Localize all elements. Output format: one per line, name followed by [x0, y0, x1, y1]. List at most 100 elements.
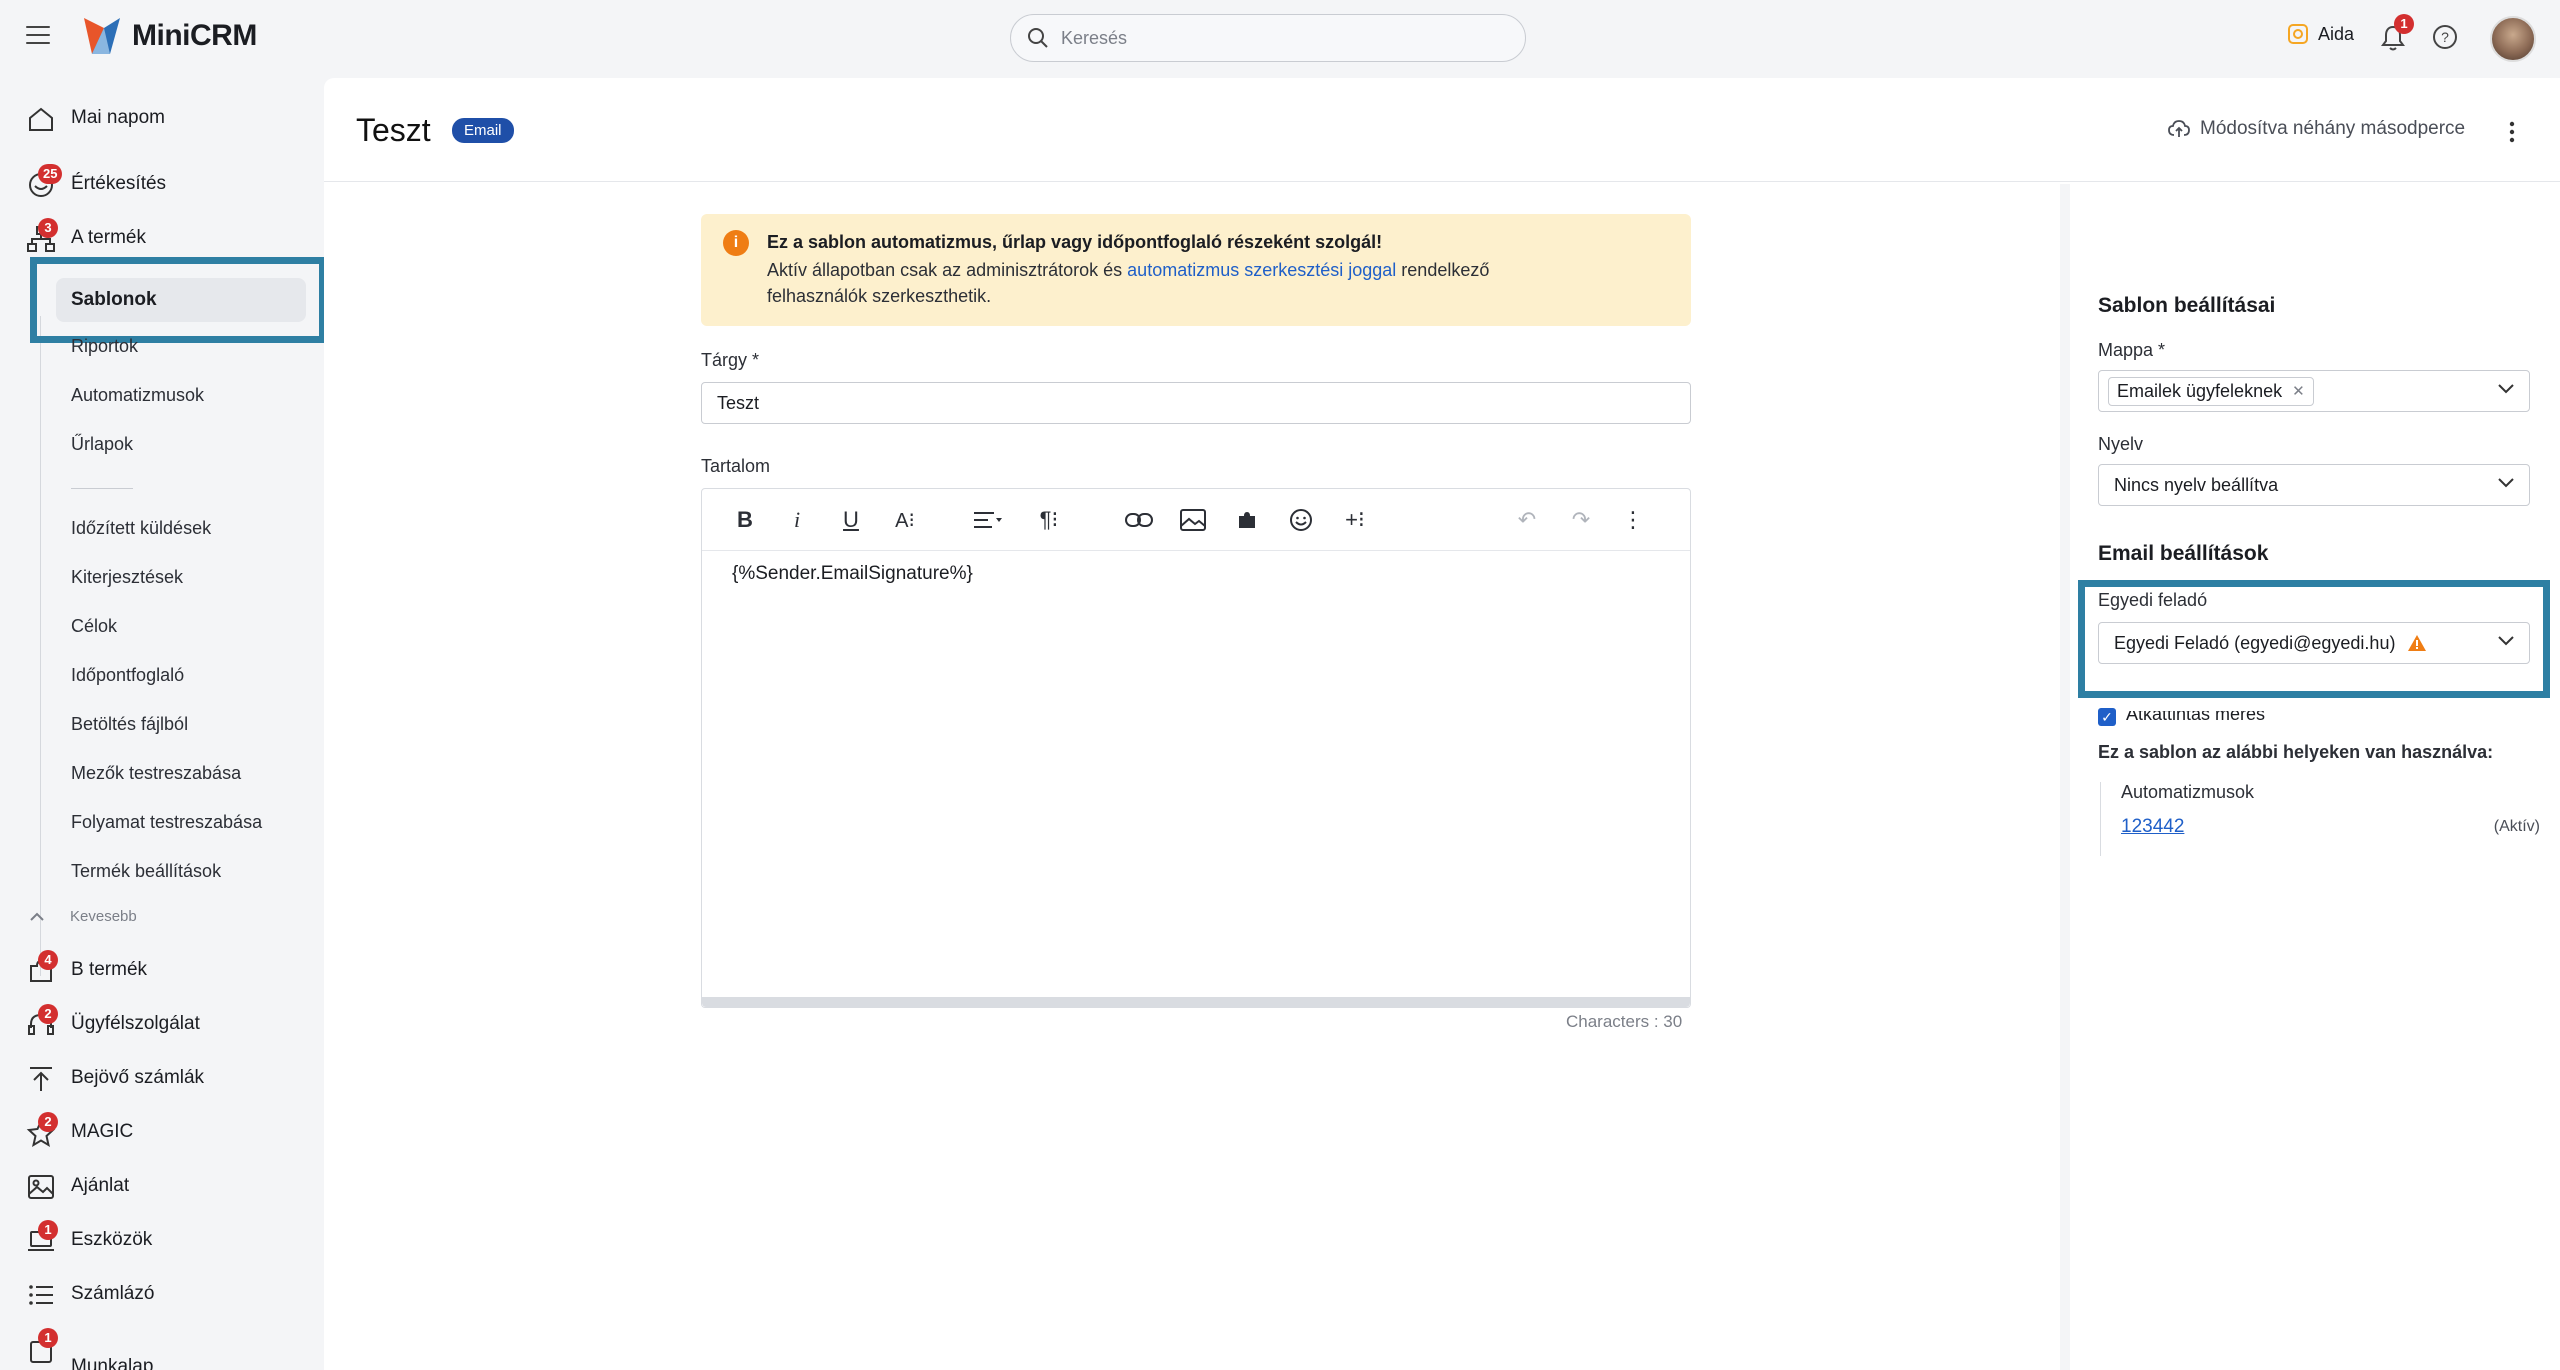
more-options-icon[interactable]: [2508, 120, 2516, 144]
sender-label: Egyedi feladó: [2098, 590, 2208, 610]
chevron-down-icon: [2498, 384, 2514, 394]
editor-content[interactable]: {%Sender.EmailSignature%}: [732, 563, 973, 585]
sidebar-item-munkalap[interactable]: 1 Munkalap: [0, 1326, 320, 1370]
help-button[interactable]: ?: [2432, 24, 2458, 55]
sidebar-item-a-termek[interactable]: 3 A termék: [0, 216, 320, 260]
type-tag: Email: [452, 118, 514, 143]
editor-toolbar: B i U A⁝ ¶⁝ +⁝ ↶ ↷ ⋮: [702, 489, 1690, 551]
bold-icon[interactable]: B: [730, 505, 760, 535]
sidebar-subitem-folyamat-testreszabasa[interactable]: Folyamat testreszabása: [71, 812, 262, 833]
submenu-line: [40, 316, 41, 976]
align-icon[interactable]: [972, 505, 1002, 535]
alert-body-line2: felhasználók szerkeszthetik.: [767, 286, 992, 306]
editor-more-icon[interactable]: ⋮: [1618, 505, 1648, 535]
language-select[interactable]: Nincs nyelv beállítva: [2098, 464, 2530, 506]
content-label: Tartalom: [701, 456, 771, 476]
app-name: MiniCRM: [132, 19, 257, 52]
sidebar-subitem-urlapok[interactable]: Űrlapok: [71, 434, 133, 455]
sidebar-subitem-mezok-testreszabasa[interactable]: Mezők testreszabása: [71, 763, 241, 784]
sidebar-item-ajanlat[interactable]: Ajánlat: [0, 1164, 320, 1208]
sidebar-item-label: Értékesítés: [71, 173, 167, 194]
insert-image-icon[interactable]: [1178, 505, 1208, 535]
editor-scrollbar[interactable]: [702, 997, 1690, 1007]
sidebar-subitem-betoltes-fajlbol[interactable]: Betöltés fájlból: [71, 714, 188, 735]
sidebar-item-szamlazo[interactable]: Számlázó: [0, 1272, 320, 1316]
save-status: Módosítva néhány másodperce: [2168, 118, 2465, 140]
text-style-icon[interactable]: A⁝: [890, 505, 920, 535]
sidebar-subitem-automatizmusok[interactable]: Automatizmusok: [71, 385, 204, 406]
paragraph-icon[interactable]: ¶⁝: [1034, 505, 1064, 535]
rich-text-editor[interactable]: B i U A⁝ ¶⁝ +⁝ ↶ ↷ ⋮ {%Sender.EmailSigna…: [701, 488, 1691, 1008]
folder-chip-label: Emailek ügyfeleknek: [2117, 380, 2283, 401]
alert-heading: Ez a sablon automatizmus, űrlap vagy idő…: [767, 232, 1383, 252]
folder-select[interactable]: Emailek ügyfeleknek ✕: [2098, 370, 2530, 412]
minicrm-logo-icon: [84, 18, 120, 54]
sidebar-item-b-termek[interactable]: 4 B termék: [0, 948, 320, 992]
sender-select[interactable]: Egyedi Feladó (egyedi@egyedi.hu): [2098, 622, 2530, 664]
emoji-icon[interactable]: [1286, 505, 1316, 535]
edit-permission-link[interactable]: automatizmus szerkesztési joggal: [1127, 260, 1396, 280]
sidebar-item-magic[interactable]: 2 MAGIC: [0, 1110, 320, 1154]
sidebar-item-mai-napom[interactable]: Mai napom: [0, 96, 320, 140]
sidebar-subitem-kiterjesztesek[interactable]: Kiterjesztések: [71, 567, 183, 588]
alert-text: rendelkező: [1396, 260, 1490, 280]
sidebar-item-label: Bejövő számlák: [71, 1067, 205, 1088]
link-icon[interactable]: [1124, 505, 1154, 535]
email-settings-heading: Email beállítások: [2098, 542, 2269, 565]
sidebar-subitem-idozitett-kuldesek[interactable]: Időzített küldések: [71, 518, 211, 539]
warning-icon: [2408, 635, 2427, 651]
alert-body-line1: Aktív állapotban csak az adminisztrátoro…: [767, 260, 1489, 281]
home-icon: [29, 107, 53, 131]
undo-icon[interactable]: ↶: [1512, 505, 1542, 535]
top-bar: MiniCRM Aida 1 ?: [0, 0, 2560, 78]
menu-icon[interactable]: [26, 26, 50, 46]
automation-link[interactable]: 123442: [2121, 816, 2184, 838]
sidebar-subitem-termek-beallitasok[interactable]: Termék beállítások: [71, 861, 221, 882]
sidebar-item-ugyfelszolgalat[interactable]: 2 Ügyfélszolgálat: [0, 1002, 320, 1046]
plugin-puzzle-icon[interactable]: [1232, 505, 1262, 535]
notification-badge: 1: [2394, 14, 2414, 34]
sidebar-badge: 1: [38, 1328, 58, 1348]
underline-icon[interactable]: U: [836, 505, 866, 535]
list-icon: [29, 1285, 53, 1305]
search-bar[interactable]: [1010, 14, 1526, 62]
subject-label: Tárgy *: [701, 350, 760, 370]
language-value: Nincs nyelv beállítva: [2114, 474, 2279, 495]
sender-value: Egyedi Feladó (egyedi@egyedi.hu): [2114, 632, 2396, 653]
usage-category: Automatizmusok: [2121, 782, 2255, 802]
click-tracking-checkbox[interactable]: ✓: [2098, 708, 2116, 726]
chevron-down-icon: [2498, 636, 2514, 646]
sidebar-item-bejovo-szamlak[interactable]: Bejövő számlák: [0, 1056, 320, 1100]
search-icon: [1028, 28, 1048, 48]
aida-label: Aida: [2318, 23, 2355, 44]
sidebar-subitem-idopontfoglalo[interactable]: Időpontfoglaló: [71, 665, 184, 686]
save-status-text: Módosítva néhány másodperce: [2200, 118, 2466, 139]
collapse-toggle[interactable]: Kevesebb: [30, 908, 137, 925]
automation-status: (Aktív): [2493, 818, 2540, 835]
sidebar-item-label: Eszközök: [71, 1229, 153, 1250]
sidebar-subitem-riportok[interactable]: Riportok: [71, 336, 138, 357]
italic-icon[interactable]: i: [782, 505, 812, 535]
search-input[interactable]: [1061, 27, 1481, 49]
folder-label: Mappa *: [2098, 340, 2166, 360]
sidebar-subitem-celok[interactable]: Célok: [71, 616, 117, 637]
sidebar-item-ertekesites[interactable]: 25 Értékesítés: [0, 162, 320, 206]
redo-icon[interactable]: ↷: [1566, 505, 1596, 535]
chip-remove-icon[interactable]: ✕: [2292, 382, 2305, 400]
subject-input[interactable]: [701, 382, 1691, 424]
sidebar-badge: 2: [38, 1004, 58, 1024]
notifications-button[interactable]: 1: [2380, 14, 2414, 52]
sidebar-item-label: Ügyfélszolgálat: [71, 1013, 200, 1034]
aida-button[interactable]: Aida: [2286, 22, 2354, 46]
warning-alert: i Ez a sablon automatizmus, űrlap vagy i…: [701, 214, 1691, 326]
sidebar-item-label: B termék: [71, 959, 148, 980]
user-avatar[interactable]: [2490, 16, 2536, 62]
sidebar-badge: 4: [38, 950, 58, 970]
chevron-down-icon: [2498, 478, 2514, 488]
click-tracking-label: Átkattintás mérés: [2126, 704, 2266, 724]
settings-heading: Sablon beállításai: [2098, 294, 2276, 317]
app-logo[interactable]: MiniCRM: [80, 14, 257, 58]
sidebar-item-label: A termék: [71, 227, 146, 248]
insert-more-icon[interactable]: +⁝: [1340, 505, 1370, 535]
sidebar-item-eszkozok[interactable]: 1 Eszközök: [0, 1218, 320, 1262]
